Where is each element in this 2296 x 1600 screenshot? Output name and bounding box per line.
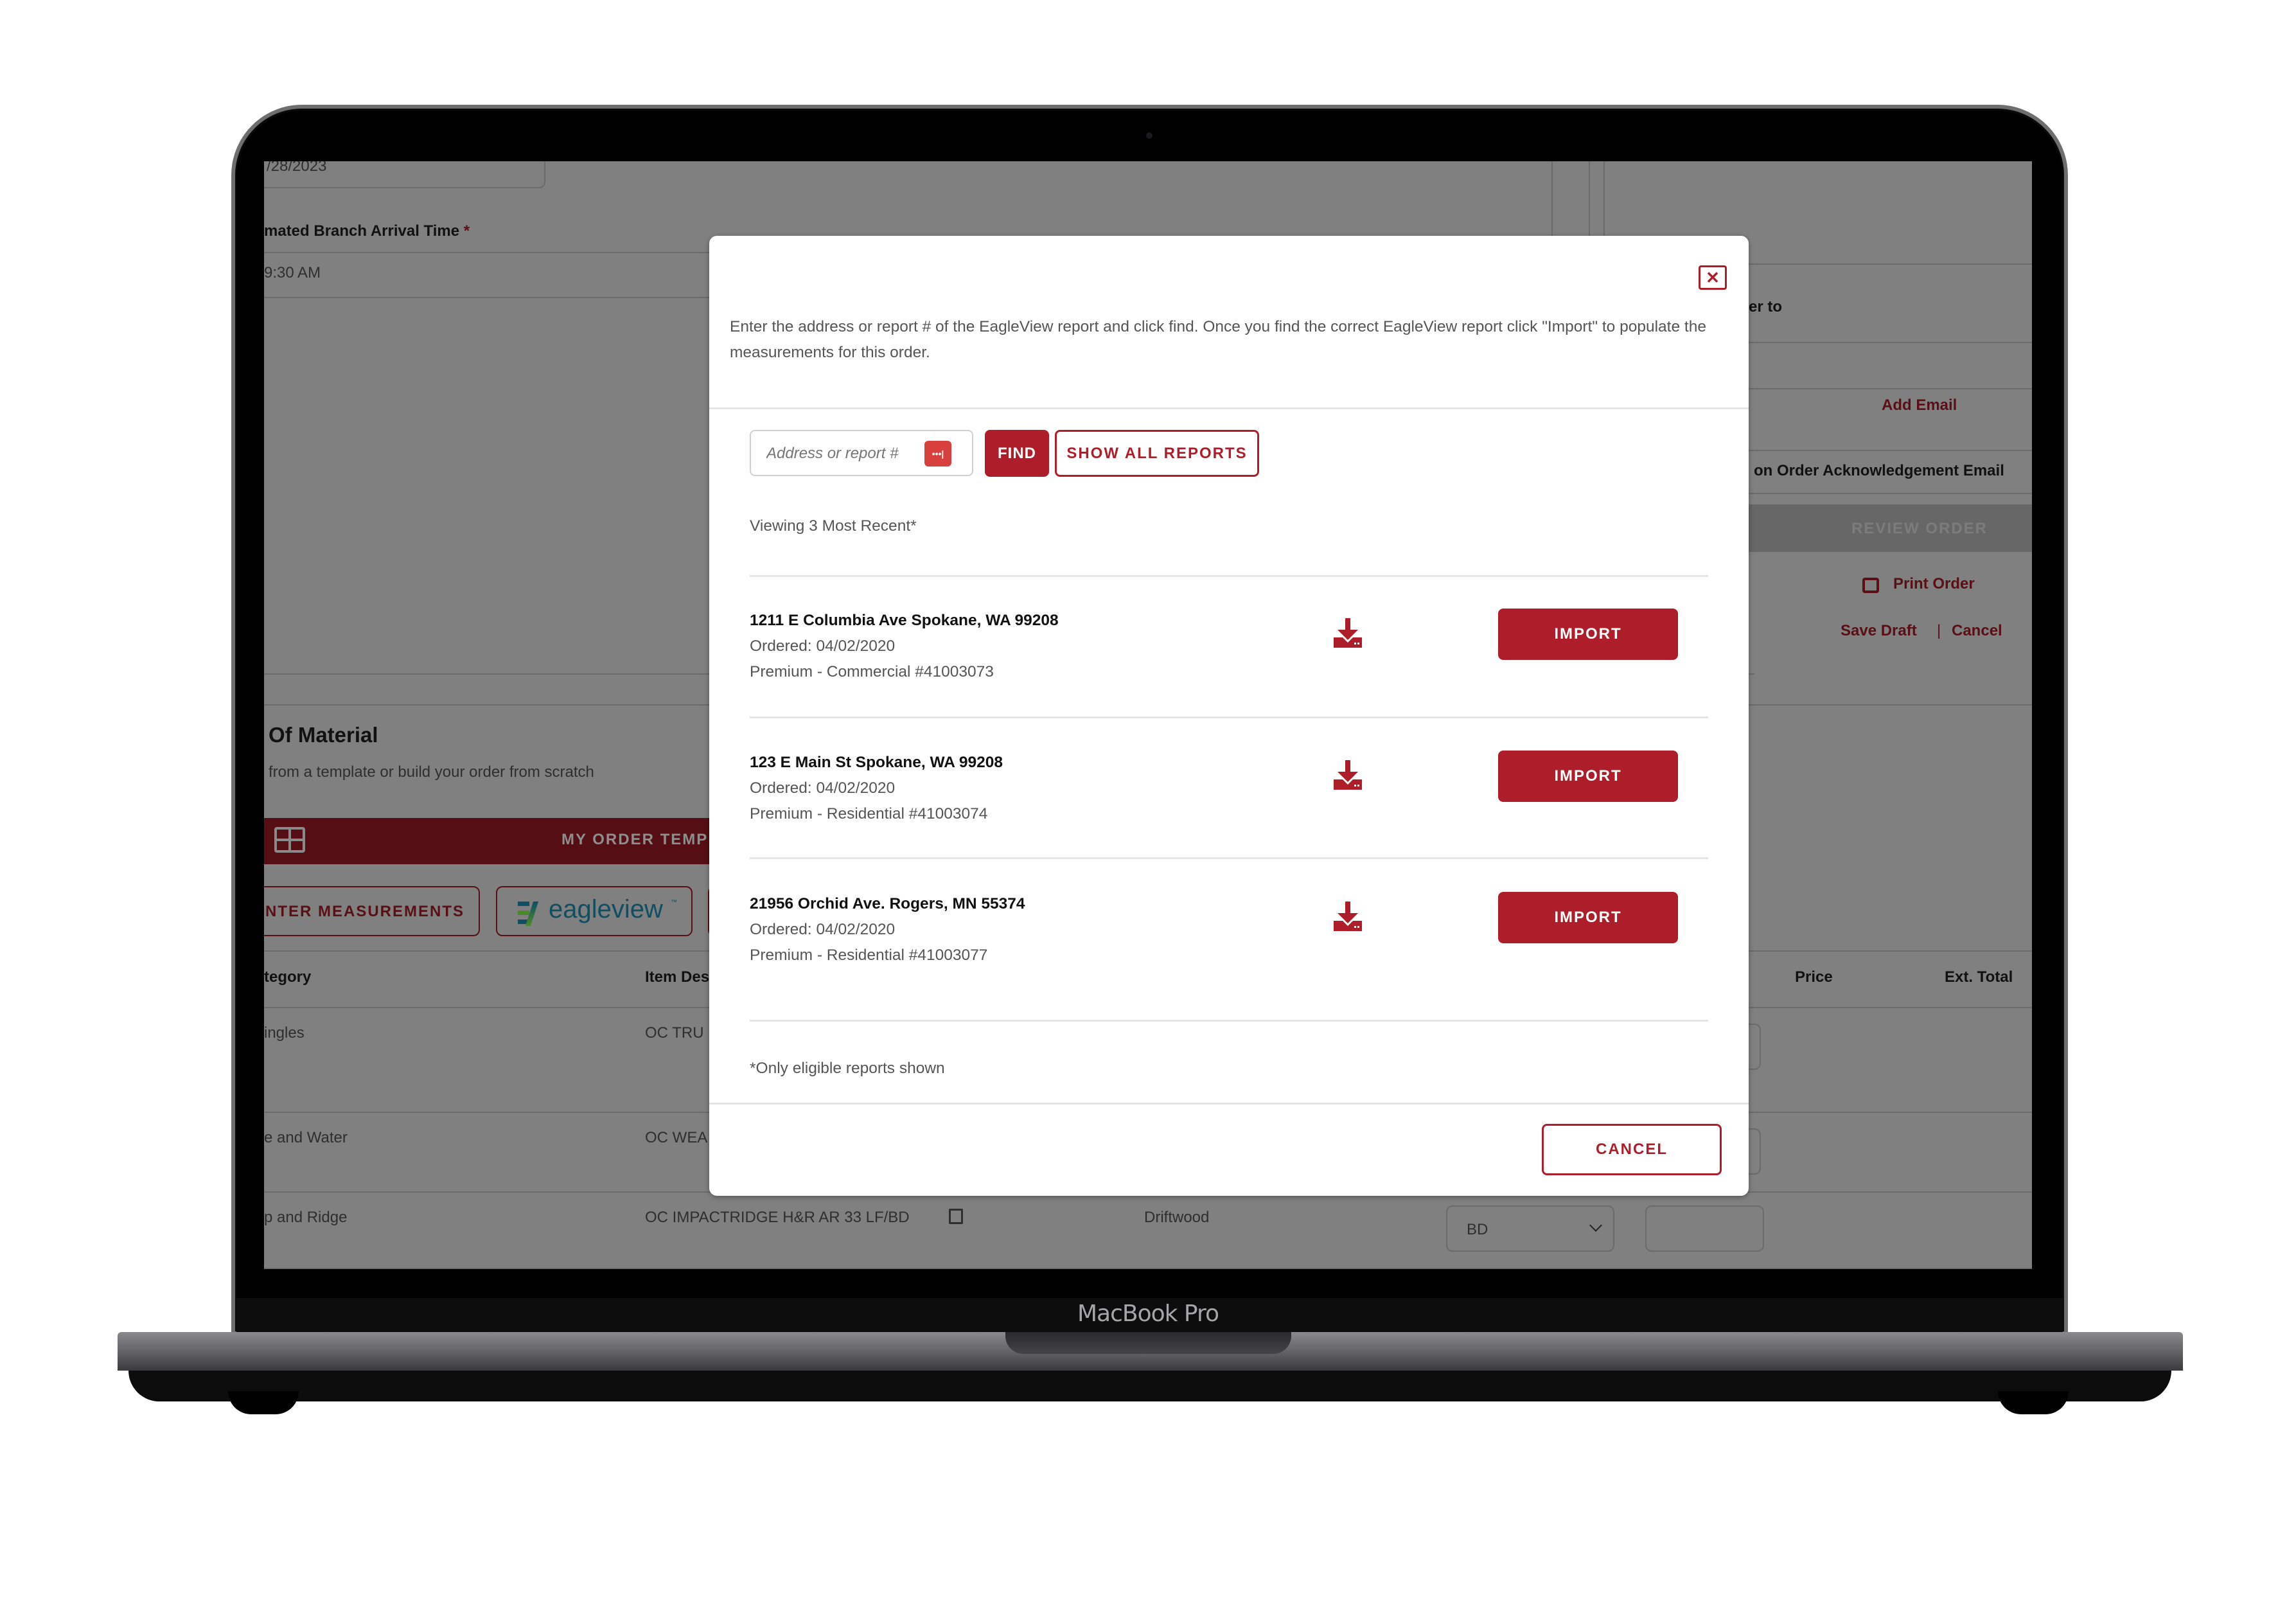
address-search-field[interactable] bbox=[765, 440, 915, 467]
review-order-label: REVIEW ORDER bbox=[1851, 520, 1988, 537]
report-product: Premium - Residential #41003074 bbox=[750, 805, 988, 822]
arrival-time-label-text: mated Branch Arrival Time bbox=[264, 222, 460, 240]
report-address: 123 E Main St Spokane, WA 99208 bbox=[750, 754, 1003, 771]
column-header-ext-total: Ext. Total bbox=[1945, 968, 2013, 986]
printer-icon bbox=[1862, 578, 1879, 593]
save-draft-link[interactable]: Save Draft bbox=[1841, 622, 1917, 640]
laptop-foot-right bbox=[1998, 1391, 2069, 1414]
laptop-foot-left bbox=[228, 1391, 299, 1414]
row-category: e and Water bbox=[264, 1129, 348, 1146]
print-order-link[interactable]: Print Order bbox=[1893, 575, 1975, 593]
uom-select[interactable]: BD bbox=[1446, 1205, 1614, 1252]
divider bbox=[1749, 388, 2032, 389]
ack-email-label: on Order Acknowledgement Email bbox=[1754, 462, 2004, 479]
template-grid-icon bbox=[274, 827, 305, 853]
download-icon[interactable] bbox=[1332, 902, 1363, 934]
trademark-mark: ™ bbox=[671, 899, 677, 906]
close-icon[interactable]: ✕ bbox=[1699, 265, 1727, 290]
add-email-link[interactable]: Add Email bbox=[1882, 396, 1957, 414]
link-separator: | bbox=[1937, 622, 1941, 639]
section-title: Of Material bbox=[269, 723, 378, 747]
import-button[interactable]: IMPORT bbox=[1498, 751, 1678, 802]
report-address: 21956 Orchid Ave. Rogers, MN 55374 bbox=[750, 895, 1025, 912]
eagleview-button[interactable]: eagleview ™ bbox=[496, 886, 693, 936]
modal-header-divider bbox=[709, 407, 1749, 409]
report-product: Premium - Commercial #41003073 bbox=[750, 663, 994, 680]
chevron-down-icon bbox=[1589, 1219, 1602, 1232]
modal-instructions: Enter the address or report # of the Eag… bbox=[730, 318, 1706, 361]
uom-value: BD bbox=[1467, 1221, 1488, 1238]
report-address: 1211 E Columbia Ave Spokane, WA 99208 bbox=[750, 612, 1059, 629]
arrival-time-label: mated Branch Arrival Time * bbox=[264, 222, 470, 240]
viewing-count-label: Viewing 3 Most Recent* bbox=[750, 517, 917, 535]
report-ordered-date: Ordered: 04/02/2020 bbox=[750, 779, 896, 797]
device-brand-label: MacBook Pro bbox=[1077, 1301, 1219, 1327]
review-order-button[interactable]: REVIEW ORDER bbox=[1749, 504, 2032, 552]
show-all-reports-button[interactable]: SHOW ALL REPORTS bbox=[1055, 430, 1259, 477]
report-ordered-date: Ordered: 04/02/2020 bbox=[750, 921, 896, 938]
find-button[interactable]: FIND bbox=[985, 430, 1049, 477]
delivery-date-value: /28/2023 bbox=[267, 161, 327, 175]
download-icon[interactable] bbox=[1332, 760, 1363, 792]
divider bbox=[1749, 450, 2032, 451]
laptop-base-bottom bbox=[128, 1371, 2171, 1401]
address-search-input[interactable]: •••| bbox=[750, 430, 973, 476]
required-marker: * bbox=[463, 222, 470, 240]
edit-icon[interactable] bbox=[949, 1209, 963, 1224]
column-divider bbox=[1589, 161, 1590, 245]
download-icon[interactable] bbox=[1332, 618, 1363, 650]
divider bbox=[264, 297, 714, 298]
section-subtitle: from a template or build your order from… bbox=[269, 763, 594, 781]
list-divider bbox=[750, 575, 1708, 577]
password-dots-icon[interactable]: •••| bbox=[924, 441, 951, 467]
column-header-item-description: Item Des bbox=[645, 968, 710, 986]
eagleview-logo-text: eagleview bbox=[549, 895, 663, 923]
eagleview-logo-icon bbox=[518, 902, 541, 926]
list-divider bbox=[750, 716, 1708, 718]
column-header-category: tegory bbox=[264, 968, 312, 986]
column-header-price: Price bbox=[1795, 968, 1833, 986]
cancel-button[interactable]: CANCEL bbox=[1542, 1124, 1722, 1175]
eligible-reports-footnote: *Only eligible reports shown bbox=[750, 1060, 945, 1077]
modal-footer-divider bbox=[709, 1103, 1749, 1105]
eagleview-import-modal: ✕ Enter the address or report # of the E… bbox=[709, 236, 1749, 1196]
row-category: ingles bbox=[264, 1024, 305, 1042]
divider bbox=[1749, 493, 2032, 494]
report-ordered-date: Ordered: 04/02/2020 bbox=[750, 637, 896, 655]
cancel-link[interactable]: Cancel bbox=[1952, 622, 2002, 640]
row-item: OC IMPACTRIDGE H&R AR 33 LF/BD bbox=[645, 1209, 910, 1226]
delivery-date-field[interactable]: /28/2023 bbox=[264, 161, 545, 188]
row-item: OC WEA bbox=[645, 1129, 708, 1146]
import-button[interactable]: IMPORT bbox=[1498, 892, 1678, 943]
order-to-label: er to bbox=[1749, 298, 1783, 316]
row-category: p and Ridge bbox=[264, 1209, 348, 1226]
order-templates-label: MY ORDER TEMP bbox=[561, 831, 709, 848]
column-divider bbox=[1603, 161, 1605, 245]
divider bbox=[264, 1268, 2032, 1269]
row-item: OC TRU bbox=[645, 1024, 704, 1042]
divider bbox=[264, 252, 714, 253]
arrival-time-value[interactable]: 9:30 AM bbox=[264, 264, 321, 282]
quantity-input[interactable] bbox=[1645, 1205, 1764, 1252]
row-color: Driftwood bbox=[1144, 1209, 1210, 1226]
order-templates-bar[interactable]: MY ORDER TEMP bbox=[264, 818, 714, 864]
enter-measurements-label: NTER MEASUREMENTS bbox=[265, 903, 465, 920]
divider bbox=[1749, 342, 2032, 343]
laptop-notch bbox=[1005, 1332, 1291, 1354]
import-button[interactable]: IMPORT bbox=[1498, 609, 1678, 660]
list-divider bbox=[750, 857, 1708, 859]
enter-measurements-button[interactable]: NTER MEASUREMENTS bbox=[264, 886, 480, 936]
list-divider bbox=[750, 1020, 1708, 1022]
report-product: Premium - Residential #41003077 bbox=[750, 947, 988, 964]
camera-icon bbox=[1146, 132, 1152, 139]
